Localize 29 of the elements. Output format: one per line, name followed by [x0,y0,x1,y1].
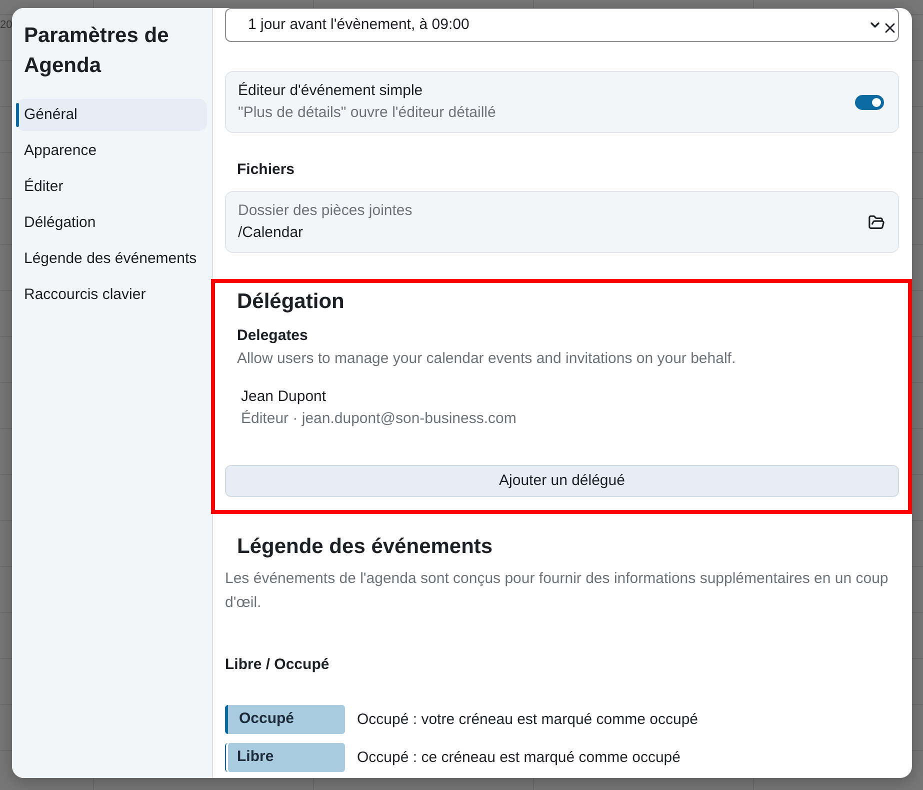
sidebar-item[interactable]: Raccourcis clavier [16,279,207,311]
folder-icon[interactable] [868,214,885,230]
field-label: Dossier des pièces jointes [238,201,412,221]
section-description: Les événements de l'agenda sont conçus pour fournir des informations supplémentaires en un coup d'œil. [225,569,890,613]
subsection-title: Delegates [236,326,309,346]
section-description: Allow users to manage your calendar events and invitations on your behalf. [236,349,737,369]
delegate-details: Éditeur · jean.dupont@son-business.com [241,409,518,429]
calendar-date-fragment: 20 [0,18,12,32]
toggle-switch[interactable] [855,94,884,110]
section-title: Délégation [236,290,346,314]
subsection-title: Libre / Occupé [225,655,330,675]
legend-description: Occupé : ce créneau est marqué comme occupé [357,748,680,768]
dialog-title: Paramètres de Agenda [24,23,170,79]
section-heading: Fichiers [236,160,296,180]
sidebar-item[interactable]: Éditer [16,171,207,203]
setting-description: "Plus de détails" ouvre l'éditeur détaillé [238,103,496,123]
sidebar-item[interactable]: Légende des événements [16,243,207,275]
status-tag: Libre [225,743,345,772]
delegate-name: Jean Dupont [241,387,328,407]
reminder-select[interactable]: 1 jour avant l'évènement, à 09:00 [225,8,899,42]
section-title: Légende des événements [236,535,494,559]
sidebar-item[interactable]: Délégation [16,207,207,239]
legend-description: Occupé : votre créneau est marqué comme occupé [357,710,698,730]
folder-path: /Calendar [238,223,304,243]
sidebar-item[interactable]: Général [16,99,207,131]
setting-title: Éditeur d'événement simple [238,81,424,101]
sidebar-item[interactable]: Apparence [16,135,207,167]
add-delegate-button[interactable]: Ajouter un délégué [225,465,899,497]
status-tag: Occupé [225,705,345,734]
